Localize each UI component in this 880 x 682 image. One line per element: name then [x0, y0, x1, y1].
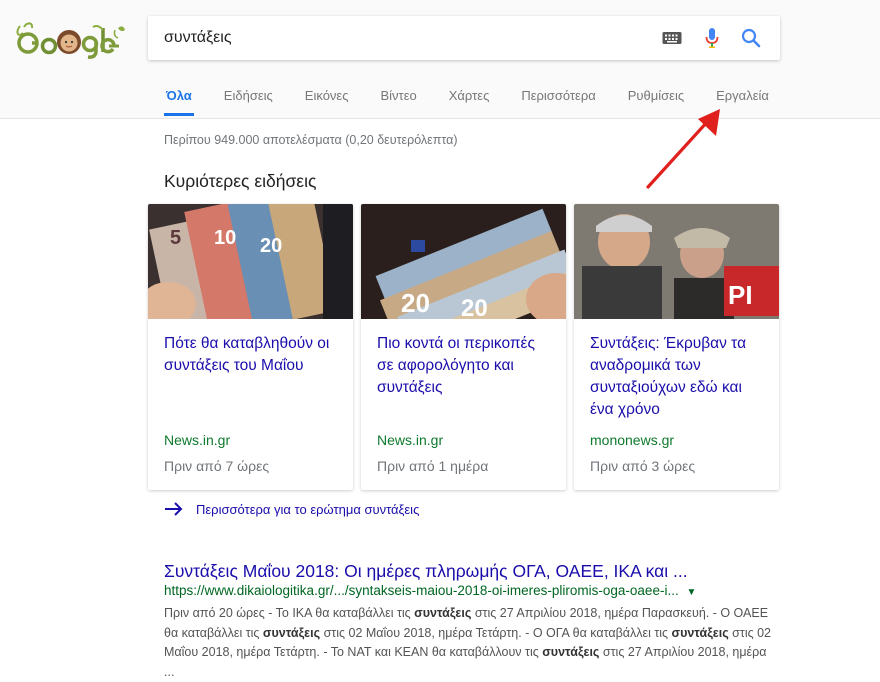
header: Όλα Ειδήσεις Εικόνες Βίντεο Χάρτες Περισ…: [0, 0, 880, 119]
annotation-arrow-icon: [646, 109, 720, 189]
search-icon[interactable]: [739, 26, 763, 50]
news-thumbnail-pensioners: ΡΙ: [574, 204, 779, 319]
news-card[interactable]: 5 10 20 Πότε θα καταβληθούν οι συντάξεις…: [148, 204, 353, 490]
news-thumbnail-euro-banknotes: 5 10 20: [148, 204, 353, 319]
news-card-title[interactable]: Πιο κοντά οι περικοπές σε αφορολόγητο κα…: [377, 333, 552, 399]
svg-text:ΡΙ: ΡΙ: [728, 280, 753, 310]
more-news-label: Περισσότερα για το ερώτημα συντάξεις: [196, 501, 420, 517]
news-card-source: News.in.gr: [164, 432, 231, 448]
tab-maps[interactable]: Χάρτες: [433, 78, 506, 116]
snippet-highlight: συντάξεις: [414, 606, 472, 620]
svg-text:10: 10: [214, 227, 236, 249]
google-doodle-logo[interactable]: [14, 18, 126, 60]
caret-down-icon[interactable]: ▼: [686, 587, 696, 598]
result-url: https://www.dikaiologitika.gr/.../syntak…: [164, 582, 774, 602]
news-card[interactable]: ΡΙ Συντάξεις: Έκρυβαν τα αναδρομικά των …: [574, 204, 779, 490]
keyboard-icon[interactable]: [660, 26, 684, 50]
news-card[interactable]: 20 20 Πιο κοντά οι περικοπές σε αφορολόγ…: [361, 204, 566, 490]
news-card-time: Πριν από 7 ώρες: [164, 458, 270, 474]
snippet-highlight: συντάξεις: [262, 625, 321, 640]
news-card-title[interactable]: Πότε θα καταβληθούν οι συντάξεις του Μαΐ…: [164, 333, 339, 377]
result-title-link[interactable]: Συντάξεις Μαΐου 2018: Οι ημέρες πληρωμής…: [164, 560, 774, 582]
tab-images[interactable]: Εικόνες: [289, 78, 365, 116]
search-result: Συντάξεις Μαΐου 2018: Οι ημέρες πληρωμής…: [164, 560, 774, 682]
svg-text:20: 20: [461, 295, 488, 319]
snippet-highlight: συντάξεις: [671, 625, 729, 640]
tab-videos[interactable]: Βίντεο: [365, 78, 433, 116]
more-news-link[interactable]: Περισσότερα για το ερώτημα συντάξεις: [164, 498, 419, 520]
svg-text:5: 5: [170, 227, 181, 249]
result-snippet: Πριν από 20 ώρες - Το ΙΚΑ θα καταβάλλει …: [164, 606, 772, 679]
top-stories-heading: Κυριότερες ειδήσεις: [164, 171, 317, 191]
snippet-highlight: συντάξεις: [542, 645, 600, 659]
news-card-time: Πριν από 3 ώρες: [590, 458, 696, 474]
news-card-source: mononews.gr: [590, 432, 675, 448]
tab-news[interactable]: Ειδήσεις: [208, 78, 289, 116]
news-card-time: Πριν από 1 ημέρα: [377, 458, 489, 474]
search-box: [148, 16, 780, 60]
arrow-right-icon: [165, 502, 183, 516]
news-card-source: News.in.gr: [377, 432, 444, 448]
svg-text:20: 20: [260, 235, 282, 257]
news-thumbnail-banknotes-wallet: 20 20: [361, 204, 566, 319]
search-input[interactable]: [164, 16, 644, 60]
news-card-title[interactable]: Συντάξεις: Έκρυβαν τα αναδρομικά των συν…: [590, 333, 765, 421]
result-url-text: https://www.dikaiologitika.gr/.../syntak…: [164, 583, 679, 598]
microphone-icon[interactable]: [700, 26, 724, 50]
tab-all[interactable]: Όλα: [150, 78, 208, 116]
tab-more[interactable]: Περισσότερα: [505, 78, 611, 116]
result-stats: Περίπου 949.000 αποτελέσματα (0,20 δευτε…: [164, 133, 458, 147]
svg-text:20: 20: [401, 288, 430, 318]
